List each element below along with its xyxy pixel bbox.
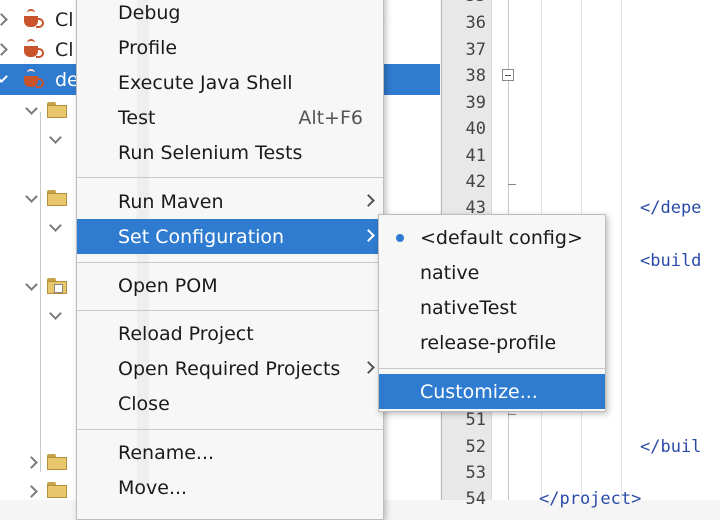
line-number: 42 [465, 172, 486, 192]
menu-separator [77, 177, 383, 178]
line-number: 36 [465, 13, 486, 33]
menu-item-run-maven[interactable]: Run Maven [77, 184, 383, 219]
folder-icon [46, 101, 68, 119]
config-item-native[interactable]: native [379, 255, 605, 290]
menu-item-test[interactable]: Test Alt+F6 [77, 100, 383, 135]
fold-tick [508, 414, 516, 415]
maven-project-icon [22, 9, 44, 29]
line-number: 51 [465, 410, 486, 430]
config-item-native-test[interactable]: nativeTest [379, 290, 605, 325]
menu-item-profile[interactable]: Profile [77, 30, 383, 65]
collapse-chevron-icon[interactable] [24, 191, 40, 207]
code-line: </project> [539, 489, 642, 509]
menu-item-shortcut: Alt+F6 [298, 106, 363, 129]
fold-toggle-icon[interactable] [502, 69, 514, 81]
line-number: 37 [465, 40, 486, 60]
submenu-arrow-icon [364, 196, 373, 205]
menu-item-label: Move... [118, 476, 188, 499]
line-number: 40 [465, 119, 486, 139]
config-item-customize[interactable]: Customize... [379, 374, 605, 409]
line-number: 52 [465, 437, 486, 457]
menu-item-open-required-projects[interactable]: Open Required Projects [77, 351, 383, 386]
menu-item-label: Profile [118, 36, 178, 59]
maven-project-icon [22, 69, 44, 89]
line-number: 35 [446, 0, 486, 6]
menu-item-reload-project[interactable]: Reload Project [77, 316, 383, 351]
folder-icon [46, 481, 68, 499]
expand-chevron-icon[interactable] [0, 12, 10, 28]
collapse-chevron-icon[interactable] [48, 220, 64, 236]
menu-item-execute-java-shell[interactable]: Execute Java Shell [77, 65, 383, 100]
set-configuration-submenu: <default config> native nativeTest relea… [378, 214, 606, 412]
config-item-label: native [420, 261, 480, 284]
folder-icon [46, 277, 68, 295]
menu-item-close[interactable]: Close [77, 386, 383, 421]
code-line: </depe [640, 198, 702, 218]
menu-separator [379, 368, 605, 369]
menu-separator [77, 429, 383, 430]
collapse-chevron-icon[interactable] [48, 132, 64, 148]
menu-item-rename[interactable]: Rename... [77, 435, 383, 470]
folder-icon [46, 189, 68, 207]
menu-item-label: Run Selenium Tests [118, 141, 303, 164]
menu-item-label: Execute Java Shell [118, 71, 293, 94]
submenu-arrow-icon [364, 363, 373, 372]
menu-item-debug[interactable]: Debug [77, 0, 383, 30]
collapse-chevron-icon[interactable] [24, 103, 40, 119]
config-item-default[interactable]: <default config> [379, 220, 605, 255]
menu-item-label: Rename... [118, 441, 215, 464]
line-number: 38 [465, 66, 486, 86]
config-item-label: Customize... [420, 380, 538, 403]
line-number: 53 [465, 463, 486, 483]
line-number: 39 [465, 93, 486, 113]
line-number: 54 [465, 489, 486, 509]
menu-item-label: Set Configuration [118, 225, 285, 248]
tree-item-label: Cl [55, 39, 74, 61]
menu-separator [77, 262, 383, 263]
config-item-label: nativeTest [420, 296, 517, 319]
project-context-menu: Debug Profile Execute Java Shell Test Al… [76, 0, 384, 520]
menu-separator [77, 310, 383, 311]
menu-item-label: Open Required Projects [118, 357, 341, 380]
collapse-chevron-icon[interactable] [0, 71, 10, 87]
folder-icon [46, 453, 68, 471]
code-line: </buil [640, 437, 702, 457]
expand-chevron-icon[interactable] [24, 455, 40, 471]
submenu-arrow-icon [364, 231, 373, 240]
config-item-release-profile[interactable]: release-profile [379, 325, 605, 360]
menu-item-label: Run Maven [118, 190, 224, 213]
menu-item-label: Open POM [118, 274, 218, 297]
tree-item-label: Cl [55, 9, 74, 31]
fold-tick [508, 184, 516, 185]
indent-guide [621, 0, 622, 500]
config-item-label: <default config> [420, 226, 583, 249]
collapse-chevron-icon[interactable] [48, 308, 64, 324]
menu-item-set-configuration[interactable]: Set Configuration [77, 219, 383, 254]
menu-item-open-pom[interactable]: Open POM [77, 268, 383, 303]
menu-item-label: Close [118, 392, 170, 415]
menu-item-label: Debug [118, 1, 181, 24]
line-number: 41 [465, 146, 486, 166]
menu-item-run-selenium-tests[interactable]: Run Selenium Tests [77, 135, 383, 170]
expand-chevron-icon[interactable] [24, 484, 40, 500]
collapse-chevron-icon[interactable] [24, 279, 40, 295]
expand-chevron-icon[interactable] [0, 42, 10, 58]
maven-project-icon [22, 39, 44, 59]
menu-item-label: Reload Project [118, 322, 254, 345]
selected-bullet-icon [396, 234, 404, 242]
code-line: <build [640, 251, 702, 271]
menu-item-label: Test [118, 106, 156, 129]
config-item-label: release-profile [420, 331, 557, 354]
tree-guide [40, 112, 41, 472]
